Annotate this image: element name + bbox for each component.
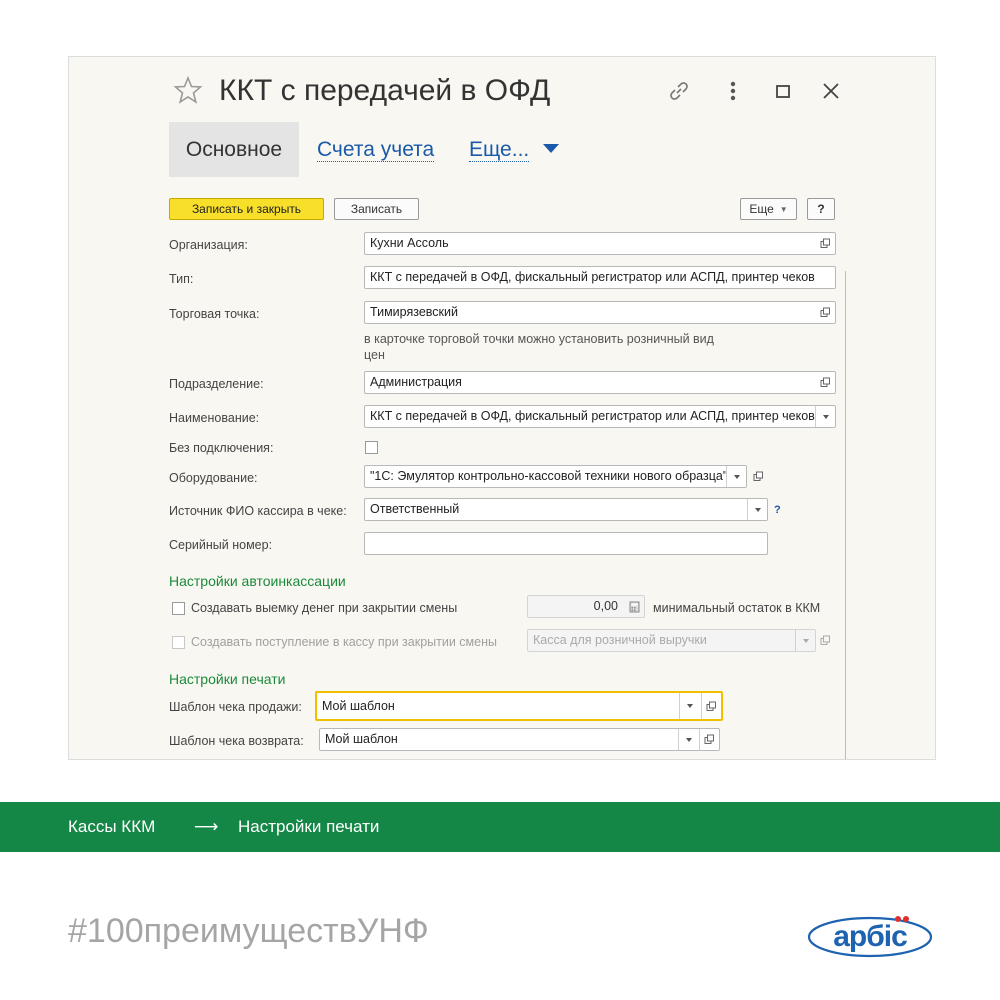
arrow-right-icon: ⟶ bbox=[194, 817, 219, 836]
department-value: Администрация bbox=[370, 375, 462, 389]
equipment-value: "1С: Эмулятор контрольно-кассовой техник… bbox=[370, 469, 728, 483]
chevron-down-icon bbox=[802, 638, 809, 643]
more-button-label: Еще bbox=[749, 202, 774, 216]
cashier-source-label: Источник ФИО кассира в чеке: bbox=[169, 504, 347, 518]
logo-text: арбіс bbox=[833, 920, 907, 953]
chevron-down-icon bbox=[685, 737, 692, 742]
department-label: Подразделение: bbox=[169, 377, 264, 391]
organization-field[interactable]: Кухни Ассоль bbox=[364, 232, 836, 255]
chevron-down-icon bbox=[754, 507, 761, 512]
tab-accounts-label: Счета учета bbox=[317, 138, 435, 162]
withdraw-label: Создавать выемку денег при закрытии смен… bbox=[191, 601, 458, 615]
tab-more-label: Еще... bbox=[469, 138, 530, 162]
serial-number-input[interactable] bbox=[364, 532, 768, 555]
return-template-value: Мой шаблон bbox=[325, 732, 398, 746]
dropdown-button[interactable] bbox=[747, 499, 767, 520]
serial-number-label: Серийный номер: bbox=[169, 538, 273, 552]
organization-value: Кухни Ассоль bbox=[370, 236, 449, 250]
department-field[interactable]: Администрация bbox=[364, 371, 836, 394]
trade-point-value: Тимирязевский bbox=[370, 305, 458, 319]
return-template-field[interactable]: Мой шаблон bbox=[319, 728, 720, 751]
more-button[interactable]: Еще ▼ bbox=[740, 198, 797, 220]
dropdown-button[interactable] bbox=[726, 466, 746, 487]
sale-template-field[interactable]: Мой шаблон bbox=[315, 691, 723, 721]
dropdown-button[interactable] bbox=[679, 693, 699, 719]
withdraw-amount-field[interactable]: 0,00 bbox=[527, 595, 645, 618]
more-vertical-icon[interactable] bbox=[719, 77, 747, 105]
save-and-close-button[interactable]: Записать и закрыть bbox=[169, 198, 324, 220]
star-icon[interactable] bbox=[173, 75, 203, 105]
trade-point-label: Торговая точка: bbox=[169, 307, 260, 321]
breadcrumb-item-cash-registers: Кассы ККМ bbox=[68, 817, 156, 836]
trade-point-hint-line1: в карточке торговой точки можно установи… bbox=[364, 332, 714, 346]
withdraw-suffix-label: минимальный остаток в ККМ bbox=[653, 601, 821, 615]
breadcrumb-item-print-settings: Настройки печати bbox=[238, 817, 380, 836]
return-template-label: Шаблон чека возврата: bbox=[169, 734, 304, 748]
open-icon[interactable] bbox=[699, 729, 719, 750]
type-field[interactable]: ККТ с передачей в ОФД, фискальный регист… bbox=[364, 266, 836, 289]
withdraw-checkbox[interactable] bbox=[172, 602, 185, 615]
breadcrumb: Кассы ККМ ⟶ Настройки печати bbox=[0, 802, 1000, 852]
maximize-icon[interactable] bbox=[769, 77, 797, 105]
dropdown-button[interactable] bbox=[795, 630, 815, 651]
arbis-logo: арбіс bbox=[807, 916, 933, 958]
name-label: Наименование: bbox=[169, 411, 260, 425]
type-label: Тип: bbox=[169, 272, 194, 286]
help-button[interactable]: ? bbox=[807, 198, 835, 220]
equipment-field[interactable]: "1С: Эмулятор контрольно-кассовой техник… bbox=[364, 465, 747, 488]
no-connection-label: Без подключения: bbox=[169, 441, 274, 455]
name-value: ККТ с передачей в ОФД, фискальный регист… bbox=[370, 409, 815, 423]
page-title: ККТ с передачей в ОФД bbox=[219, 74, 551, 107]
trade-point-hint-line2: цен bbox=[364, 348, 385, 362]
tab-more[interactable]: Еще... bbox=[469, 122, 560, 177]
link-icon[interactable] bbox=[665, 77, 693, 105]
equipment-label: Оборудование: bbox=[169, 471, 258, 485]
title-bar: ККТ с передачей в ОФД bbox=[69, 73, 935, 113]
receipt-cashbox-value: Касса для розничной выручки bbox=[533, 633, 707, 647]
open-icon[interactable] bbox=[815, 233, 835, 254]
chevron-down-icon bbox=[543, 143, 560, 153]
sale-template-value: Мой шаблон bbox=[322, 699, 395, 713]
open-icon[interactable] bbox=[815, 302, 835, 323]
name-field[interactable]: ККТ с передачей в ОФД, фискальный регист… bbox=[364, 405, 836, 428]
cashier-source-field[interactable]: Ответственный bbox=[364, 498, 768, 521]
open-icon[interactable] bbox=[815, 372, 835, 393]
receipt-checkbox[interactable] bbox=[172, 636, 185, 649]
cashier-source-value: Ответственный bbox=[370, 502, 460, 516]
type-value: ККТ с передачей в ОФД, фискальный регист… bbox=[370, 270, 815, 284]
organization-label: Организация: bbox=[169, 238, 248, 252]
calculator-icon[interactable] bbox=[624, 596, 644, 617]
no-connection-checkbox[interactable] bbox=[365, 441, 378, 454]
dropdown-button[interactable] bbox=[678, 729, 698, 750]
hashtag-text: #100преимуществУНФ bbox=[68, 912, 429, 950]
open-icon[interactable] bbox=[701, 693, 721, 719]
receipt-cashbox-field[interactable]: Касса для розничной выручки bbox=[527, 629, 816, 652]
tab-main[interactable]: Основное bbox=[169, 122, 299, 177]
open-icon[interactable] bbox=[815, 630, 835, 650]
trade-point-field[interactable]: Тимирязевский bbox=[364, 301, 836, 324]
save-button[interactable]: Записать bbox=[334, 198, 419, 220]
chevron-down-icon bbox=[733, 474, 740, 479]
print-section-title: Настройки печати bbox=[169, 671, 286, 687]
chevron-down-icon bbox=[686, 704, 693, 708]
withdraw-amount-value: 0,00 bbox=[593, 599, 618, 613]
sale-template-label: Шаблон чека продажи: bbox=[169, 700, 302, 714]
ckt-form-window: ККТ с передачей в ОФД Основное Счета уче… bbox=[68, 56, 936, 760]
help-icon[interactable]: ? bbox=[774, 504, 781, 516]
receipt-label: Создавать поступление в кассу при закрыт… bbox=[191, 635, 497, 649]
tab-accounts[interactable]: Счета учета bbox=[317, 122, 435, 177]
scrollbar-track[interactable] bbox=[845, 271, 846, 759]
open-icon[interactable] bbox=[748, 466, 768, 486]
dropdown-button[interactable] bbox=[815, 406, 835, 427]
trade-point-hint: в карточке торговой точки можно установи… bbox=[364, 331, 714, 363]
autocollection-section-title: Настройки автоинкассации bbox=[169, 573, 346, 589]
close-icon[interactable] bbox=[817, 77, 845, 105]
chevron-down-icon bbox=[822, 414, 829, 419]
chevron-down-icon: ▼ bbox=[779, 205, 788, 214]
